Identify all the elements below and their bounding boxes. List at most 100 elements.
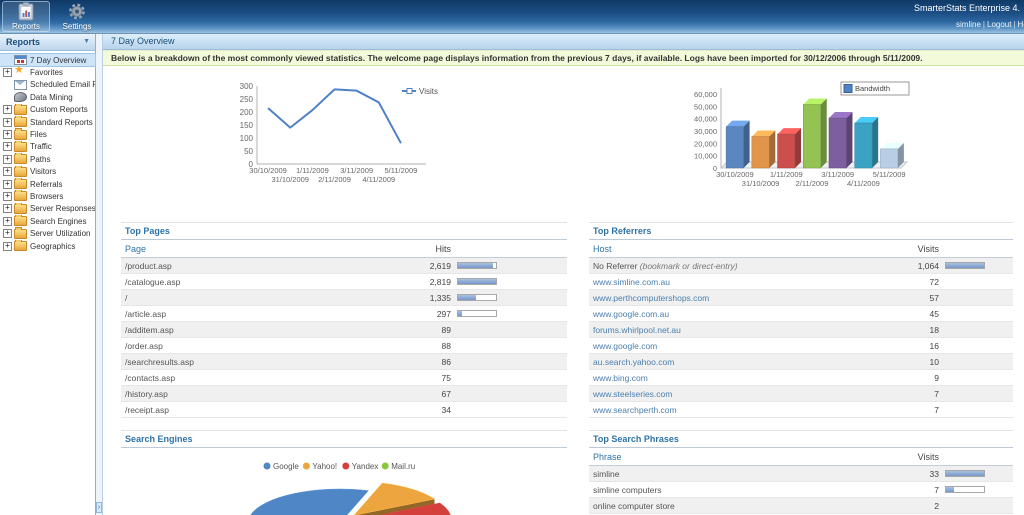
sidebar-item-server-utilization[interactable]: +Server Utilization bbox=[0, 227, 95, 239]
panel-splitter[interactable]: › bbox=[96, 34, 103, 515]
table-row: www.google.com.au45 bbox=[589, 306, 1013, 322]
row-label[interactable]: www.steelseries.com bbox=[589, 389, 881, 399]
row-bar-cell bbox=[451, 278, 499, 285]
hits-bar-fill bbox=[946, 487, 954, 492]
svg-text:100: 100 bbox=[239, 134, 253, 143]
svg-text:3/11/2009: 3/11/2009 bbox=[821, 170, 854, 179]
sidebar-item-favorites[interactable]: +Favorites bbox=[0, 66, 95, 78]
expander-icon[interactable]: + bbox=[3, 142, 12, 151]
svg-text:Visits: Visits bbox=[419, 87, 438, 96]
expander-icon[interactable]: + bbox=[3, 180, 12, 189]
row-label[interactable]: www.perthcomputershops.com bbox=[589, 293, 881, 303]
row-value: 88 bbox=[393, 341, 451, 351]
expander-icon[interactable]: + bbox=[3, 105, 12, 114]
row-label[interactable]: forums.whirlpool.net.au bbox=[589, 325, 881, 335]
top-search-phrases-section: Top Search Phrases PhraseVisits simline3… bbox=[589, 430, 1013, 515]
row-label[interactable]: www.google.com.au bbox=[589, 309, 881, 319]
row-label: /catalogue.asp bbox=[121, 277, 393, 287]
main-panel: 7 Day Overview Below is a breakdown of t… bbox=[103, 34, 1024, 515]
svg-text:5/11/2009: 5/11/2009 bbox=[873, 170, 906, 179]
sidebar-item-label: Custom Reports bbox=[30, 105, 88, 114]
table-row: /catalogue.asp2,819 bbox=[121, 274, 567, 290]
expander-icon[interactable]: + bbox=[3, 130, 12, 139]
folder-icon bbox=[14, 154, 27, 164]
collapse-panel-icon[interactable]: ▼ bbox=[83, 37, 90, 50]
table-row: online computer store2 bbox=[589, 498, 1013, 514]
table-body: No Referrer (bookmark or direct-entry)1,… bbox=[589, 258, 1013, 418]
row-value: 2 bbox=[881, 501, 939, 511]
svg-text:Yandex: Yandex bbox=[352, 462, 379, 471]
reports-clipboard-icon bbox=[16, 2, 36, 21]
reports-button-label: Reports bbox=[12, 22, 40, 31]
row-label[interactable]: au.search.yahoo.com bbox=[589, 357, 881, 367]
topbar-link-simline[interactable]: simline bbox=[956, 20, 981, 29]
sidebar-item-label: Data Mining bbox=[30, 93, 73, 102]
table-row: www.steelseries.com7 bbox=[589, 386, 1013, 402]
svg-text:Mail.ru: Mail.ru bbox=[391, 462, 415, 471]
sidebar-item-scheduled-email-reports[interactable]: +Scheduled Email Reports bbox=[0, 79, 95, 91]
expander-icon[interactable]: + bbox=[3, 68, 12, 77]
table-row: /receipt.asp34 bbox=[121, 402, 567, 418]
sidebar-item-visitors[interactable]: + Visitors bbox=[0, 166, 95, 178]
sidebar-item-label: Files bbox=[30, 130, 47, 139]
hits-bar-fill bbox=[458, 279, 496, 284]
folder-icon bbox=[14, 204, 27, 214]
sidebar-item-geographics[interactable]: +Geographics bbox=[0, 240, 95, 252]
sidebar-item-paths[interactable]: +Paths bbox=[0, 153, 95, 165]
sidebar-item-search-engines[interactable]: +Search Engines bbox=[0, 215, 95, 227]
row-label[interactable]: www.searchperth.com bbox=[589, 405, 881, 415]
row-label[interactable]: www.simline.com.au bbox=[589, 277, 881, 287]
expander-icon[interactable]: + bbox=[3, 229, 12, 238]
sidebar-item-custom-reports[interactable]: + Custom Reports bbox=[0, 104, 95, 116]
sidebar-item-traffic[interactable]: +Traffic bbox=[0, 141, 95, 153]
row-label-note: (bookmark or direct-entry) bbox=[637, 261, 737, 271]
session-links: simline|Logout|Help bbox=[956, 20, 1024, 29]
sidebar-item-data-mining[interactable]: +Data Mining bbox=[0, 91, 95, 103]
table-row: /additem.asp89 bbox=[121, 322, 567, 338]
sidebar-item-7-day-overview[interactable]: +7 Day Overview bbox=[0, 54, 95, 66]
row-value: 72 bbox=[881, 277, 939, 287]
svg-text:4/11/2009: 4/11/2009 bbox=[362, 175, 395, 184]
svg-text:150: 150 bbox=[239, 121, 253, 130]
sidebar-item-label: Visitors bbox=[30, 167, 56, 176]
sidebar-item-referrals[interactable]: +Referrals bbox=[0, 178, 95, 190]
column-header-page: Page bbox=[121, 244, 393, 254]
expander-icon[interactable]: + bbox=[3, 167, 12, 176]
svg-text:Bandwidth: Bandwidth bbox=[855, 84, 890, 93]
row-label[interactable]: www.bing.com bbox=[589, 373, 881, 383]
row-label: /additem.asp bbox=[121, 325, 393, 335]
topbar-link-logout[interactable]: Logout bbox=[987, 20, 1011, 29]
table-header: PhraseVisits bbox=[589, 448, 1013, 466]
svg-text:200: 200 bbox=[239, 108, 253, 117]
row-value: 2,619 bbox=[393, 261, 451, 271]
row-label: /searchresults.asp bbox=[121, 357, 393, 367]
sidebar-item-standard-reports[interactable]: +Standard Reports bbox=[0, 116, 95, 128]
settings-button[interactable]: Settings bbox=[53, 1, 101, 32]
sidebar-item-server-responses[interactable]: +Server Responses bbox=[0, 203, 95, 215]
expander-icon[interactable]: + bbox=[3, 192, 12, 201]
splitter-arrow-icon[interactable]: › bbox=[96, 502, 102, 513]
folder-icon bbox=[14, 142, 27, 152]
hits-bar bbox=[457, 294, 497, 301]
expander-icon[interactable]: + bbox=[3, 118, 12, 127]
row-label: /order.asp bbox=[121, 341, 393, 351]
expander-icon[interactable]: + bbox=[3, 155, 12, 164]
sidebar-item-files[interactable]: + Files bbox=[0, 128, 95, 140]
table-row: www.bing.com9 bbox=[589, 370, 1013, 386]
row-value: 18 bbox=[881, 325, 939, 335]
table-row: www.perthcomputershops.com57 bbox=[589, 290, 1013, 306]
reports-button[interactable]: Reports bbox=[2, 1, 50, 32]
sidebar-item-browsers[interactable]: +Browsers bbox=[0, 190, 95, 202]
topbar-link-help[interactable]: Help bbox=[1018, 20, 1024, 29]
expander-icon[interactable]: + bbox=[3, 217, 12, 226]
row-value: 9 bbox=[881, 373, 939, 383]
email-icon bbox=[14, 80, 27, 90]
svg-text:50: 50 bbox=[244, 147, 253, 156]
row-label: /history.asp bbox=[121, 389, 393, 399]
table-row: /article.asp297 bbox=[121, 306, 567, 322]
sidebar-item-label: 7 Day Overview bbox=[30, 56, 86, 65]
row-label[interactable]: www.google.com bbox=[589, 341, 881, 351]
sidebar-header: Reports ▼ bbox=[0, 34, 95, 51]
expander-icon[interactable]: + bbox=[3, 204, 12, 213]
expander-icon[interactable]: + bbox=[3, 242, 12, 251]
